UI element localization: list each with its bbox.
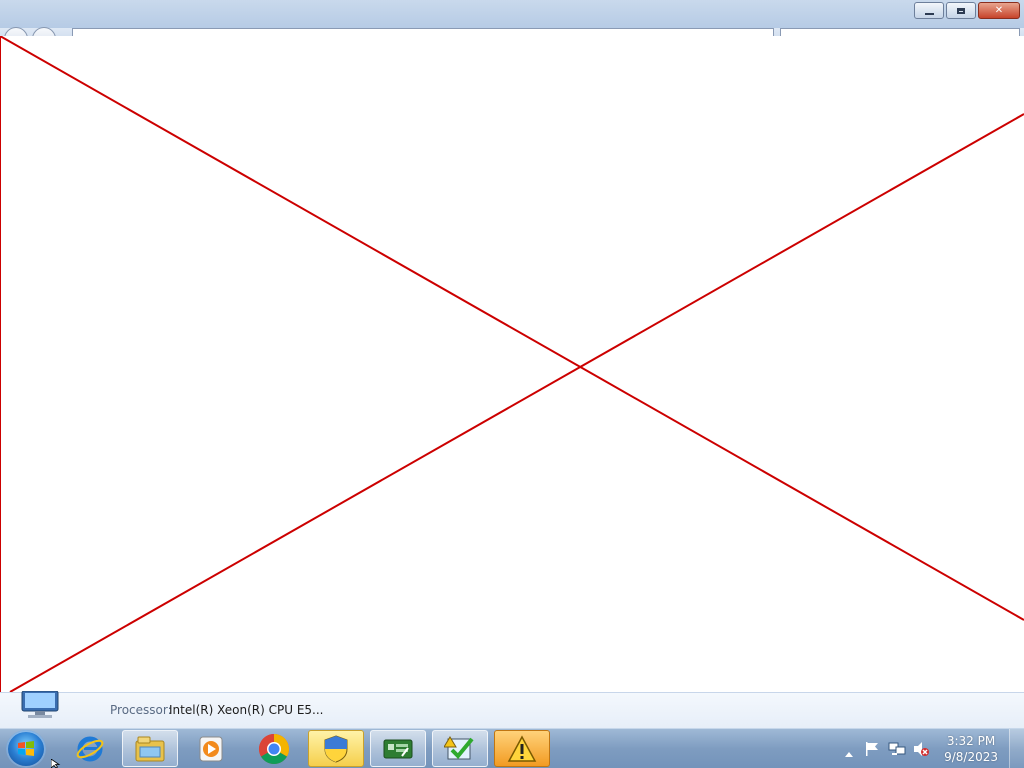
taskbar: 3:32 PM 9/8/2023 xyxy=(0,728,1024,768)
window-controls: ✕ xyxy=(914,2,1020,19)
desktop: ✕ Processor: Intel(R) Xeon(R) CPU E5... xyxy=(0,0,1024,768)
action-center-flag-icon[interactable] xyxy=(864,741,880,761)
chrome-icon xyxy=(258,733,290,764)
window-titlebar[interactable]: ✕ xyxy=(0,0,1024,29)
taskbar-media-player[interactable] xyxy=(183,730,239,767)
taskbar-task-checklist[interactable] xyxy=(432,730,488,767)
taskbar-internet-explorer[interactable] xyxy=(62,730,118,767)
processor-label: Processor: xyxy=(110,703,172,717)
clock-time: 3:32 PM xyxy=(946,734,996,748)
system-clock[interactable]: 3:32 PM 9/8/2023 xyxy=(944,733,998,765)
clock-date: 9/8/2023 xyxy=(944,750,998,764)
cross-line-up xyxy=(9,113,1024,692)
minimize-button[interactable] xyxy=(914,2,944,19)
processor-value: Intel(R) Xeon(R) CPU E5... xyxy=(169,703,324,717)
taskbar-chrome[interactable] xyxy=(246,730,302,767)
windows-explorer-icon xyxy=(135,736,165,761)
taskbar-windows-explorer[interactable] xyxy=(122,730,178,767)
network-icon[interactable] xyxy=(888,741,906,761)
network-card-icon xyxy=(383,739,413,758)
taskbar-network-tool[interactable] xyxy=(370,730,426,767)
close-icon: ✕ xyxy=(994,5,1004,16)
start-button[interactable] xyxy=(6,730,46,768)
computer-icon xyxy=(18,690,62,724)
show-desktop-button[interactable] xyxy=(1009,729,1024,768)
render-error-cross xyxy=(0,36,1024,692)
windows-logo-icon xyxy=(18,741,34,756)
close-button[interactable]: ✕ xyxy=(978,2,1020,19)
volume-muted-icon[interactable] xyxy=(912,741,930,761)
internet-explorer-icon xyxy=(76,736,104,761)
checklist-icon xyxy=(444,735,474,759)
restore-icon xyxy=(957,7,965,14)
cross-line-down xyxy=(0,36,1024,621)
chevron-up-icon[interactable] xyxy=(844,743,854,762)
broken-content-area xyxy=(0,36,1024,692)
shield-icon xyxy=(324,734,348,763)
minimize-icon xyxy=(924,12,934,15)
taskbar-security[interactable] xyxy=(308,730,364,767)
taskbar-alert[interactable] xyxy=(494,730,550,767)
details-pane: Processor: Intel(R) Xeon(R) CPU E5... xyxy=(0,690,1024,729)
mouse-cursor-icon xyxy=(51,759,61,768)
restore-button[interactable] xyxy=(946,2,976,19)
warning-icon xyxy=(507,734,537,762)
media-player-icon xyxy=(199,736,223,761)
